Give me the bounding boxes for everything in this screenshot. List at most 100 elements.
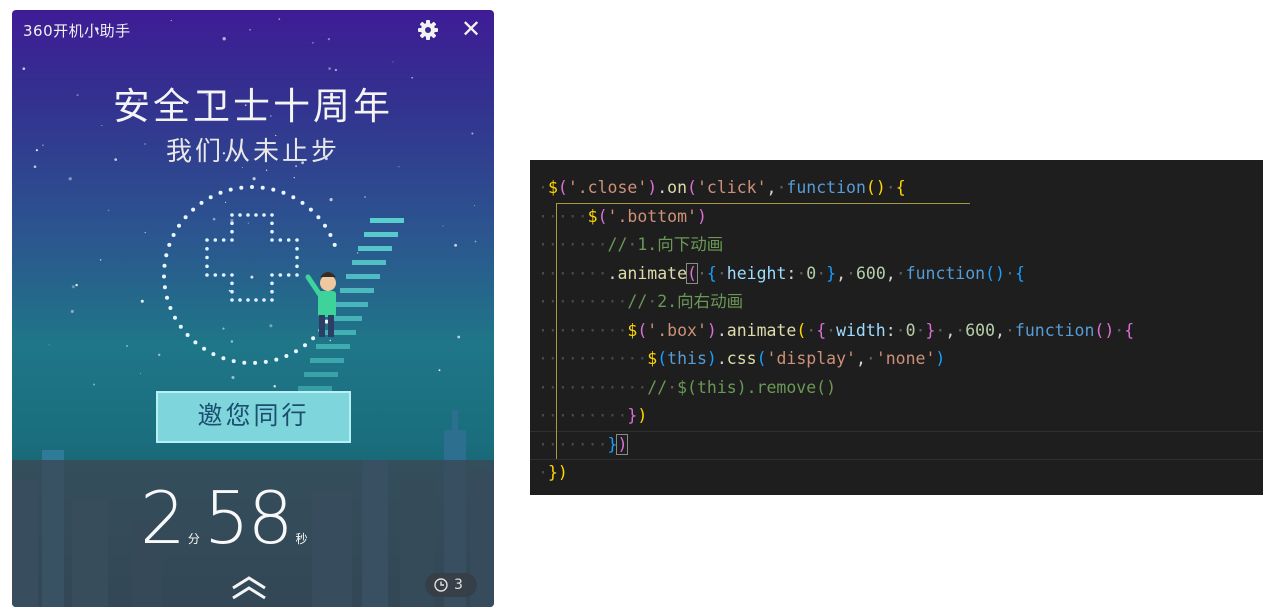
timer-minute-unit: 分 [187,532,200,546]
headline: 安全卫士十周年 [113,85,393,128]
ring-dot [168,306,173,310]
stair-step [352,260,386,265]
star [334,68,338,72]
code-line[interactable]: ·······.animate(·{·height:·0·},·600,·fun… [538,260,1025,288]
star [457,335,461,339]
code-token: ) [637,406,648,425]
code-token: · [667,377,678,397]
code-token: $ [547,178,558,197]
plus-dot [270,289,274,294]
plus-dot [205,264,209,269]
ring-dot [162,274,166,279]
timer-second-unit: 秒 [295,532,308,546]
boot-assistant-window: 360开机小助手 ✕ 安全卫士十周年 我们从未止步 邀您同行 2 分58 秒 3 [12,10,494,607]
code-line[interactable]: ·········//·2.向右动画 [538,288,743,316]
plus-dot [295,238,299,242]
stair-step [346,274,380,279]
star [125,344,129,348]
code-token: ( [597,206,608,226]
code-editor[interactable]: ·$('.close').on('click',·function()·{···… [530,160,1263,495]
code-token: ( [756,349,767,368]
close-icon[interactable]: ✕ [459,17,483,41]
code-token: 600 [855,263,886,283]
chevron-up-icon[interactable] [230,576,268,600]
ring-dot [171,233,176,237]
ring-dot [311,336,316,341]
code-token: }) [547,463,568,482]
ring-dot [191,207,196,212]
code-token: $ [627,320,638,340]
plus-dot [205,255,209,260]
code-token: · [1004,320,1015,340]
plus-dot [278,238,283,242]
ring-dot [221,356,226,361]
code-token: · [647,292,658,311]
code-line[interactable]: ·········}) [538,402,647,430]
code-token: · [806,320,817,340]
ring-dot [332,242,337,247]
code-token: ) [935,349,946,368]
code-token: · [895,320,906,340]
star [473,204,476,207]
star [311,41,314,44]
plus-dot [230,213,234,217]
code-line[interactable]: ·}) [538,459,568,487]
stair-step [310,358,344,363]
plus-dot [238,213,242,217]
code-token: · [915,320,926,340]
code-token: { [1014,263,1025,283]
indent-whitespace: ····· [538,206,588,226]
plus-dot [295,255,299,260]
ring-dot [291,195,296,200]
code-token: , [855,349,866,368]
plus-dot [230,238,234,242]
code-line[interactable]: ·······//·1.向下动画 [538,231,723,259]
plus-dot [230,221,234,226]
ring-dot [242,360,247,365]
ring-dot [231,359,236,364]
code-token: · [865,349,876,368]
dotted-plus-sign [205,213,299,302]
code-token: 600 [965,320,996,340]
plus-dot [262,213,266,217]
stair-step [316,344,350,349]
code-token: { [706,263,717,283]
code-token: function [786,178,866,197]
code-line[interactable]: ···········$(this).css('display',·'none'… [538,345,945,373]
star [71,285,75,289]
code-token: · [895,263,906,283]
code-token: ) [696,206,707,226]
code-token: , [885,263,896,283]
plus-dot [270,221,274,226]
plus-dot [230,229,234,234]
code-token: · [1114,320,1125,340]
ring-dot [162,285,167,290]
code-token: · [776,178,787,197]
ring-dot [167,242,172,247]
code-token: width [836,320,886,340]
star [99,259,102,261]
ring-dot [323,223,327,228]
plus-dot [286,273,291,277]
code-token: 0 [806,263,817,283]
code-line[interactable]: ·········$('.box').animate(·{·width:·0·}… [538,317,1134,345]
code-token: () [865,178,886,197]
indent-whitespace: · [538,463,548,482]
code-line[interactable]: ···········//·$(this).remove() [538,374,836,402]
star [442,225,444,227]
code-token: { [816,320,827,340]
code-line[interactable]: ·······}) [538,431,629,459]
gear-icon[interactable] [416,18,440,42]
plus-dot [205,247,209,251]
indent-whitespace: · [538,178,548,197]
code-token: () [985,263,1005,283]
current-line-highlight [530,431,1263,460]
ring-dot [300,200,305,205]
code-token: // [627,292,648,311]
code-line[interactable]: ·$('.close').on('click',·function()·{ [538,174,906,202]
code-token: , [995,320,1005,340]
boot-count: 3 [454,577,463,593]
code-line[interactable]: ·····$('.bottom') [538,203,707,231]
code-token: this [667,349,707,368]
invite-button[interactable]: 邀您同行 [156,391,351,443]
